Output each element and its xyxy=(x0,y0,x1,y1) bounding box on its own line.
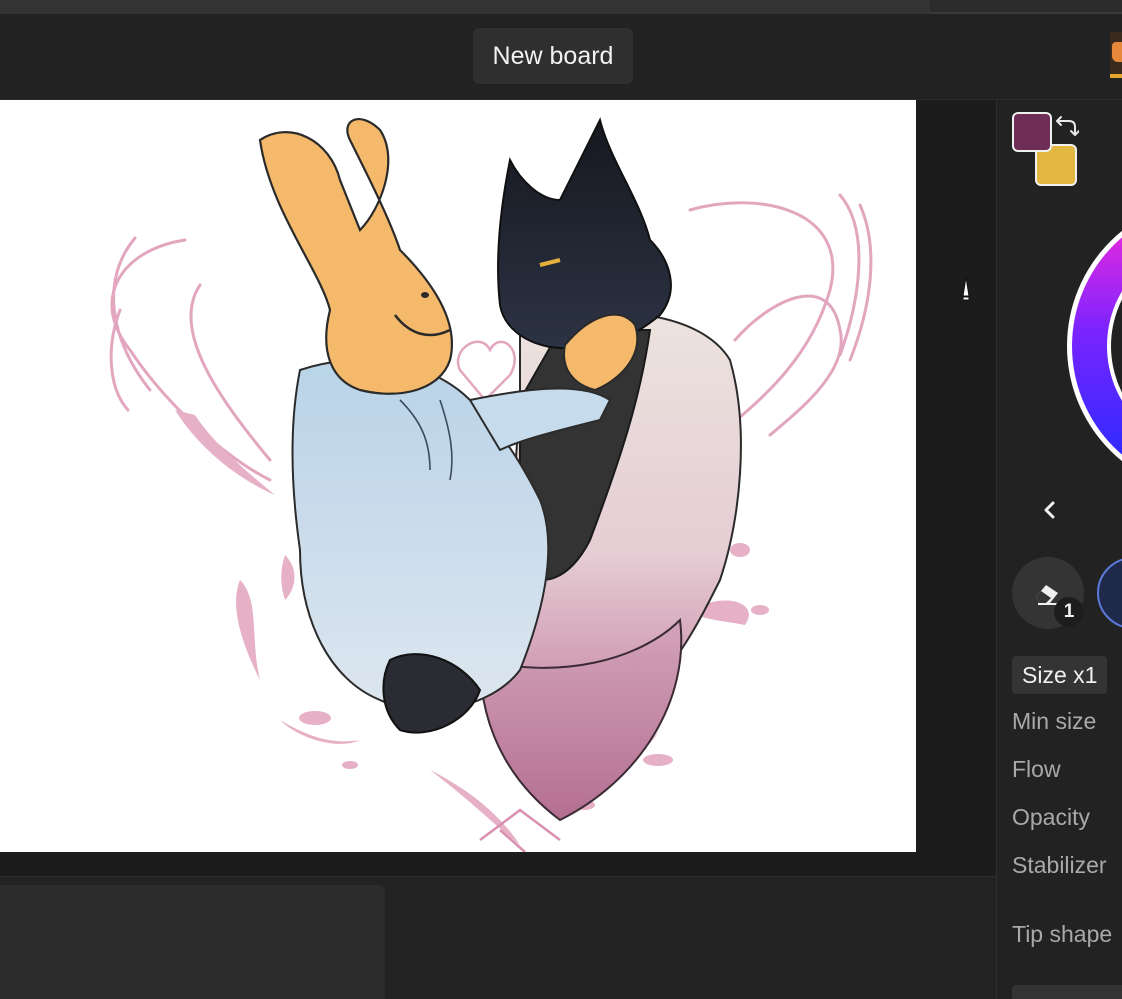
thumbnail-art xyxy=(1112,42,1122,62)
tip-shape-selector[interactable] xyxy=(1012,985,1122,999)
active-indicator xyxy=(1110,74,1122,78)
tip-shape-label: Tip shape xyxy=(1012,921,1113,947)
brush-tool-button[interactable] xyxy=(1097,557,1122,629)
flow-label: Flow xyxy=(1012,756,1061,782)
min-size-label: Min size xyxy=(1012,708,1097,734)
brush-cursor-icon xyxy=(962,276,970,301)
bottom-panel-area xyxy=(0,876,996,999)
brush-panel: 1 Size x1 Min size Flow Opacity Stabiliz… xyxy=(996,100,1122,999)
scrollbar-thumb[interactable] xyxy=(0,0,930,14)
opacity-label: Opacity xyxy=(1012,804,1090,830)
drawing-app: New board 1 Size x1 Min size Flow Opacit… xyxy=(0,0,1122,999)
eraser-badge: 1 xyxy=(1054,597,1084,627)
swap-colors-icon[interactable] xyxy=(1055,114,1079,138)
size-multiplier-button[interactable]: Size x1 xyxy=(1012,656,1108,694)
primary-color-swatch[interactable] xyxy=(1012,112,1052,152)
layers-panel[interactable] xyxy=(0,885,385,999)
chevron-left-icon[interactable] xyxy=(1039,498,1061,522)
color-wheel[interactable] xyxy=(1065,196,1122,496)
eraser-tool-button[interactable]: 1 xyxy=(1012,557,1084,629)
artwork xyxy=(109,117,873,852)
canvas-area[interactable] xyxy=(0,100,996,876)
drawing-canvas[interactable] xyxy=(0,100,916,852)
new-board-button[interactable]: New board xyxy=(473,28,633,84)
top-scrollbar[interactable] xyxy=(0,0,1122,14)
top-toolbar: New board xyxy=(0,14,1122,100)
stabilizer-label: Stabilizer xyxy=(1012,852,1107,878)
board-thumbnail[interactable] xyxy=(1110,32,1122,78)
